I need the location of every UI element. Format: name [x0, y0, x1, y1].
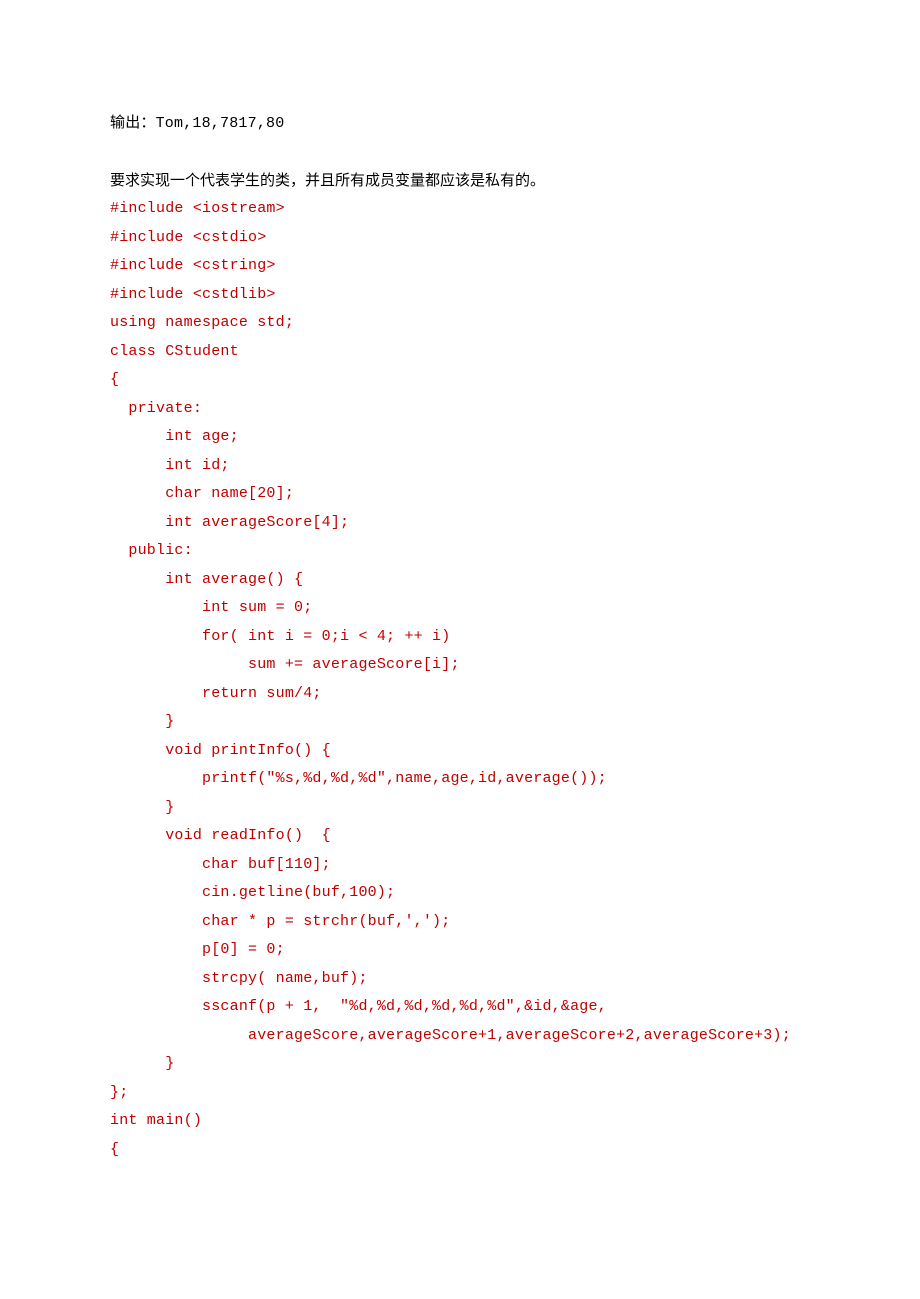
code-line: for( int i = 0;i < 4; ++ i)	[110, 623, 810, 652]
code-line: #include <iostream>	[110, 195, 810, 224]
code-line: sum += averageScore[i];	[110, 651, 810, 680]
code-line: void readInfo() {	[110, 822, 810, 851]
code-line: }	[110, 1050, 810, 1079]
code-line: }	[110, 794, 810, 823]
code-line: int id;	[110, 452, 810, 481]
code-line: char buf[110];	[110, 851, 810, 880]
code-line: using namespace std;	[110, 309, 810, 338]
code-line: public:	[110, 537, 810, 566]
code-line: strcpy( name,buf);	[110, 965, 810, 994]
code-line: #include <cstdio>	[110, 224, 810, 253]
code-line: cin.getline(buf,100);	[110, 879, 810, 908]
description-line: 要求实现一个代表学生的类，并且所有成员变量都应该是私有的。	[110, 167, 810, 196]
code-line: printf("%s,%d,%d,%d",name,age,id,average…	[110, 765, 810, 794]
code-line: p[0] = 0;	[110, 936, 810, 965]
code-line: averageScore,averageScore+1,averageScore…	[110, 1022, 810, 1051]
code-line: {	[110, 366, 810, 395]
output-line: 输出：Tom,18,7817,80	[110, 110, 810, 139]
code-line: void printInfo() {	[110, 737, 810, 766]
code-line: class CStudent	[110, 338, 810, 367]
code-line: char name[20];	[110, 480, 810, 509]
code-line: {	[110, 1136, 810, 1165]
code-block: #include <iostream>#include <cstdio>#inc…	[110, 195, 810, 1164]
code-line: }	[110, 708, 810, 737]
code-line: int average() {	[110, 566, 810, 595]
code-line: sscanf(p + 1, "%d,%d,%d,%d,%d,%d",&id,&a…	[110, 993, 810, 1022]
code-line: int averageScore[4];	[110, 509, 810, 538]
code-line: #include <cstdlib>	[110, 281, 810, 310]
document-page: 输出：Tom,18,7817,80 要求实现一个代表学生的类，并且所有成员变量都…	[0, 0, 920, 1164]
code-line: };	[110, 1079, 810, 1108]
code-line: #include <cstring>	[110, 252, 810, 281]
code-line: int sum = 0;	[110, 594, 810, 623]
code-line: char * p = strchr(buf,',');	[110, 908, 810, 937]
code-line: private:	[110, 395, 810, 424]
blank-line	[110, 139, 810, 167]
code-line: return sum/4;	[110, 680, 810, 709]
code-line: int age;	[110, 423, 810, 452]
code-line: int main()	[110, 1107, 810, 1136]
